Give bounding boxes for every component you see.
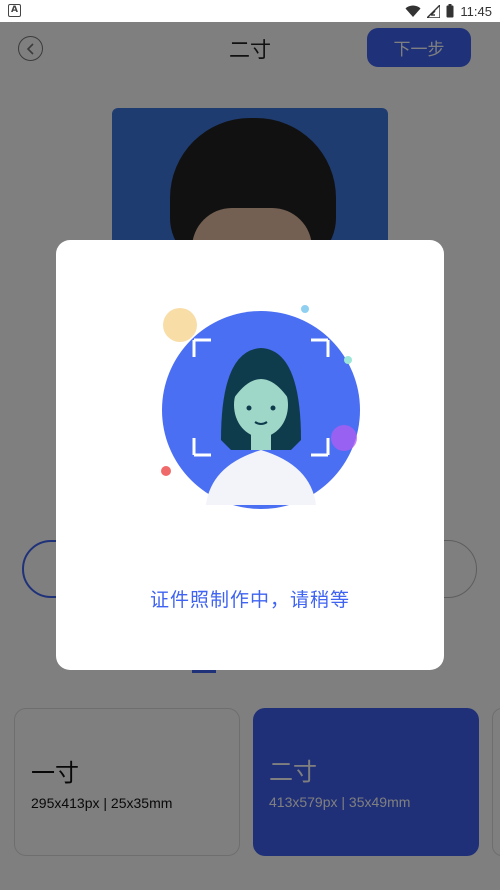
processing-message: 证件照制作中，请稍等 (149, 589, 350, 611)
processing-dialog: 证件照制作中，请稍等 (56, 240, 444, 670)
status-icons: 11:45 (405, 3, 492, 19)
processing-illustration-icon (161, 305, 360, 509)
signal-icon (427, 4, 441, 18)
battery-icon (446, 4, 454, 18)
notification-a-icon: A (8, 4, 21, 17)
status-time: 11:45 (460, 3, 492, 19)
status-bar: A 11:45 (0, 0, 500, 22)
wifi-icon (405, 5, 421, 17)
